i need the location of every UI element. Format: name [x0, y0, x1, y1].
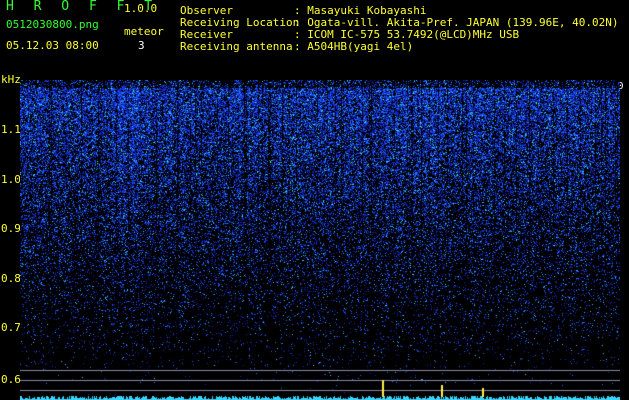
y-tick-label: 0.9 — [1, 222, 21, 235]
datetime: 05.12.03 08:00 — [6, 39, 99, 52]
antenna-label: Receiving antenna — [180, 40, 293, 53]
filename: 0512030800.png — [6, 18, 99, 31]
y-unit-label: kHz — [1, 73, 21, 86]
antenna-value: : A504HB(yagi 4el) — [294, 40, 414, 53]
y-tick-label: 0.7 — [1, 321, 21, 334]
y-tick-label: 1.0 — [1, 173, 21, 186]
y-tick-label: 1.1 — [1, 123, 21, 136]
app-version: 1.0.0 — [124, 2, 158, 15]
y-tick-label: 0.8 — [1, 272, 21, 285]
spectrogram-canvas — [20, 80, 620, 400]
meteor-count: 3 — [138, 39, 145, 52]
y-tick-label: 0.6 — [1, 373, 21, 386]
meteor-label: meteor — [124, 25, 164, 38]
